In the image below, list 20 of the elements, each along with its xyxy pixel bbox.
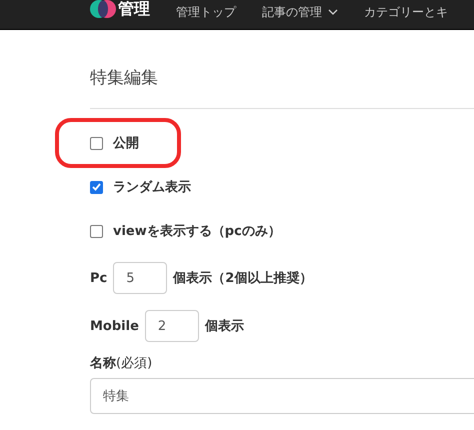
field-label: Pc: [90, 270, 108, 286]
checkbox-label: ランダム表示: [113, 179, 191, 196]
logo-text: 管理: [118, 0, 150, 18]
nav-link[interactable]: カテゴリーとキ: [364, 5, 448, 19]
checkbox[interactable]: [90, 136, 103, 150]
number-field[interactable]: 5: [113, 262, 168, 294]
logo-icon: [90, 0, 116, 19]
nav-link[interactable]: 管理トップ: [176, 5, 236, 19]
field-suffix: 個表示（2個以上推奨）: [173, 270, 312, 287]
checkbox[interactable]: [90, 180, 103, 194]
field-label: 名称(必須): [90, 355, 154, 372]
nav-link[interactable]: 記事の管理: [262, 5, 338, 19]
checkbox-label: 公開: [113, 135, 139, 152]
page-title: 特集編集: [90, 67, 159, 90]
checkbox-label: viewを表示する（pcのみ）: [113, 223, 281, 240]
name-field[interactable]: 特集: [90, 378, 474, 414]
field-suffix: 個表示: [204, 318, 244, 335]
number-field[interactable]: 2: [144, 310, 199, 342]
field-label: Mobile: [90, 318, 139, 334]
checkbox[interactable]: [90, 224, 103, 238]
